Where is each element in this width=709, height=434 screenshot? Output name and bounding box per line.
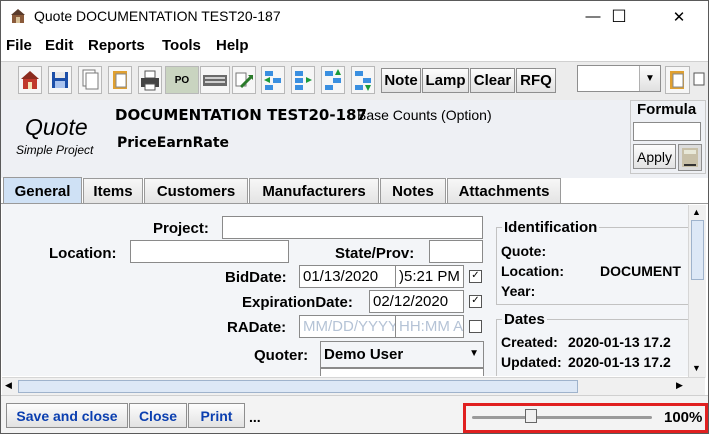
base-counts-label: Base Counts (Option) xyxy=(357,107,492,123)
tab-customers[interactable]: Customers xyxy=(144,178,248,203)
project-input[interactable] xyxy=(222,216,483,239)
vertical-scroll-thumb[interactable] xyxy=(691,220,704,280)
created-label: Created: xyxy=(501,334,558,350)
tab-items[interactable]: Items xyxy=(83,178,143,203)
scroll-left-icon[interactable]: ◀ xyxy=(5,380,12,391)
calculator-icon[interactable] xyxy=(678,144,702,171)
close-window-button[interactable]: ✕ xyxy=(656,1,702,32)
location-input[interactable] xyxy=(130,240,289,263)
formula-input[interactable] xyxy=(633,122,701,141)
radate-label: RADate: xyxy=(227,319,287,336)
app-icon xyxy=(11,9,25,23)
tree-right-icon[interactable] xyxy=(291,66,315,94)
application-window: Quote DOCUMENTATION TEST20-187 — ☐ ✕ Fil… xyxy=(0,0,709,434)
year-label: Year: xyxy=(501,283,536,299)
quoter-value: Demo User xyxy=(324,346,404,363)
earn-rate-label: PriceEarnRate xyxy=(117,135,230,151)
home-icon[interactable] xyxy=(18,66,42,94)
formula-label: Formula xyxy=(637,101,697,118)
transfer-icon[interactable] xyxy=(232,66,256,94)
tree-down-icon[interactable] xyxy=(351,66,375,94)
save-and-close-button[interactable]: Save and close xyxy=(6,403,128,428)
list-peek xyxy=(320,368,484,376)
quote-number-label: Quote: xyxy=(501,243,547,259)
zoom-highlight: 100% xyxy=(463,403,708,433)
project-label: Project: xyxy=(153,220,209,237)
zoom-slider-thumb[interactable] xyxy=(525,409,538,423)
general-panel: Project: Location: State/Prov: BidDate: … xyxy=(2,204,688,376)
state-label: State/Prov: xyxy=(335,245,415,262)
tab-attachments[interactable]: Attachments xyxy=(447,178,561,203)
menu-help[interactable]: Help xyxy=(216,37,249,54)
biddate-time-input[interactable]: )5:21 PM xyxy=(395,265,464,288)
horizontal-scrollbar[interactable]: ◀ ▶ xyxy=(2,377,705,395)
radate-date-input[interactable]: MM/DD/YYYY xyxy=(299,315,396,338)
chevron-down-icon[interactable]: ▼ xyxy=(639,66,660,91)
biddate-date-input[interactable]: 01/13/2020 xyxy=(299,265,396,288)
quoter-label: Quoter: xyxy=(254,347,309,364)
tab-notes[interactable]: Notes xyxy=(380,178,446,203)
print-button[interactable]: Print xyxy=(188,403,245,428)
state-input[interactable] xyxy=(429,240,483,263)
biddate-checkbox[interactable]: ✓ xyxy=(469,270,482,283)
scroll-right-icon[interactable]: ▶ xyxy=(676,380,683,391)
created-value: 2020-01-13 17.2 xyxy=(568,334,671,350)
scroll-down-icon[interactable]: ▼ xyxy=(692,363,701,373)
toolbar-combo[interactable]: ▼ xyxy=(577,65,661,92)
expiration-checkbox[interactable]: ✓ xyxy=(469,295,482,308)
tree-up-icon[interactable] xyxy=(321,66,345,94)
apply-button[interactable]: Apply xyxy=(633,144,676,169)
zoom-value: 100% xyxy=(664,409,703,426)
dates-title: Dates xyxy=(502,311,547,328)
menu-tools[interactable]: Tools xyxy=(162,37,201,54)
identification-title: Identification xyxy=(502,219,600,236)
zoom-slider-track[interactable] xyxy=(472,416,652,419)
menu-file[interactable]: File xyxy=(6,37,32,54)
po-icon[interactable]: PO xyxy=(165,66,199,94)
radate-checkbox[interactable] xyxy=(469,320,482,333)
id-location-value: DOCUMENT xyxy=(600,263,681,279)
vertical-scrollbar[interactable]: ▲ ▼ xyxy=(688,205,706,378)
title-bar: Quote DOCUMENTATION TEST20-187 — ☐ ✕ xyxy=(1,1,708,32)
menu-reports[interactable]: Reports xyxy=(88,37,145,54)
biddate-label: BidDate: xyxy=(225,269,287,286)
updated-value: 2020-01-13 17.2 xyxy=(568,354,671,370)
keyboard-icon[interactable] xyxy=(200,66,230,94)
menu-edit[interactable]: Edit xyxy=(45,37,73,54)
location-label: Location: xyxy=(49,245,117,262)
maximize-button[interactable]: ☐ xyxy=(596,1,642,32)
tab-general[interactable]: General xyxy=(3,177,82,204)
note-button[interactable]: Note xyxy=(381,68,421,93)
lamp-button[interactable]: Lamp xyxy=(422,68,469,93)
quoter-select[interactable]: Demo User ▼ xyxy=(320,341,484,368)
quote-name: DOCUMENTATION TEST20-187 xyxy=(115,106,367,124)
po-label: PO xyxy=(174,74,190,86)
scroll-up-icon[interactable]: ▲ xyxy=(692,207,701,217)
expiration-label: ExpirationDate: xyxy=(242,294,353,311)
clipboard-icon[interactable] xyxy=(665,66,690,94)
more-icon[interactable] xyxy=(692,66,706,94)
save-icon[interactable] xyxy=(48,66,72,94)
print-icon[interactable] xyxy=(138,66,162,94)
record-type: Quote xyxy=(25,114,88,140)
id-location-label: Location: xyxy=(501,263,564,279)
close-button[interactable]: Close xyxy=(129,403,187,428)
copy-icon[interactable] xyxy=(78,66,102,94)
rfq-button[interactable]: RFQ xyxy=(516,68,556,93)
clipboard-icon[interactable] xyxy=(108,66,132,94)
horizontal-scroll-thumb[interactable] xyxy=(18,380,578,393)
expiration-date-input[interactable]: 02/12/2020 xyxy=(369,290,464,313)
clear-button[interactable]: Clear xyxy=(470,68,515,93)
record-subtype: Simple Project xyxy=(16,143,94,157)
radate-time-input[interactable]: HH:MM A xyxy=(395,315,464,338)
chevron-down-icon[interactable]: ▼ xyxy=(469,348,479,359)
tab-manufacturers[interactable]: Manufacturers xyxy=(249,178,379,203)
ellipsis-label: ... xyxy=(249,409,261,425)
updated-label: Updated: xyxy=(501,354,562,370)
window-title: Quote DOCUMENTATION TEST20-187 xyxy=(34,8,281,24)
tree-left-icon[interactable] xyxy=(261,66,285,94)
